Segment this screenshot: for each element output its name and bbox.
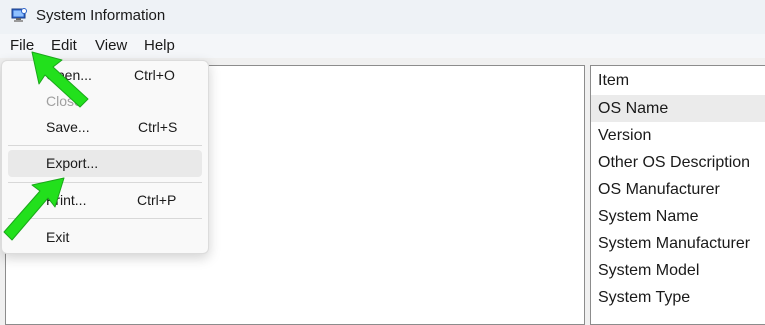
arrow-icon (3, 177, 65, 241)
pointer-arrow-export (3, 177, 65, 241)
